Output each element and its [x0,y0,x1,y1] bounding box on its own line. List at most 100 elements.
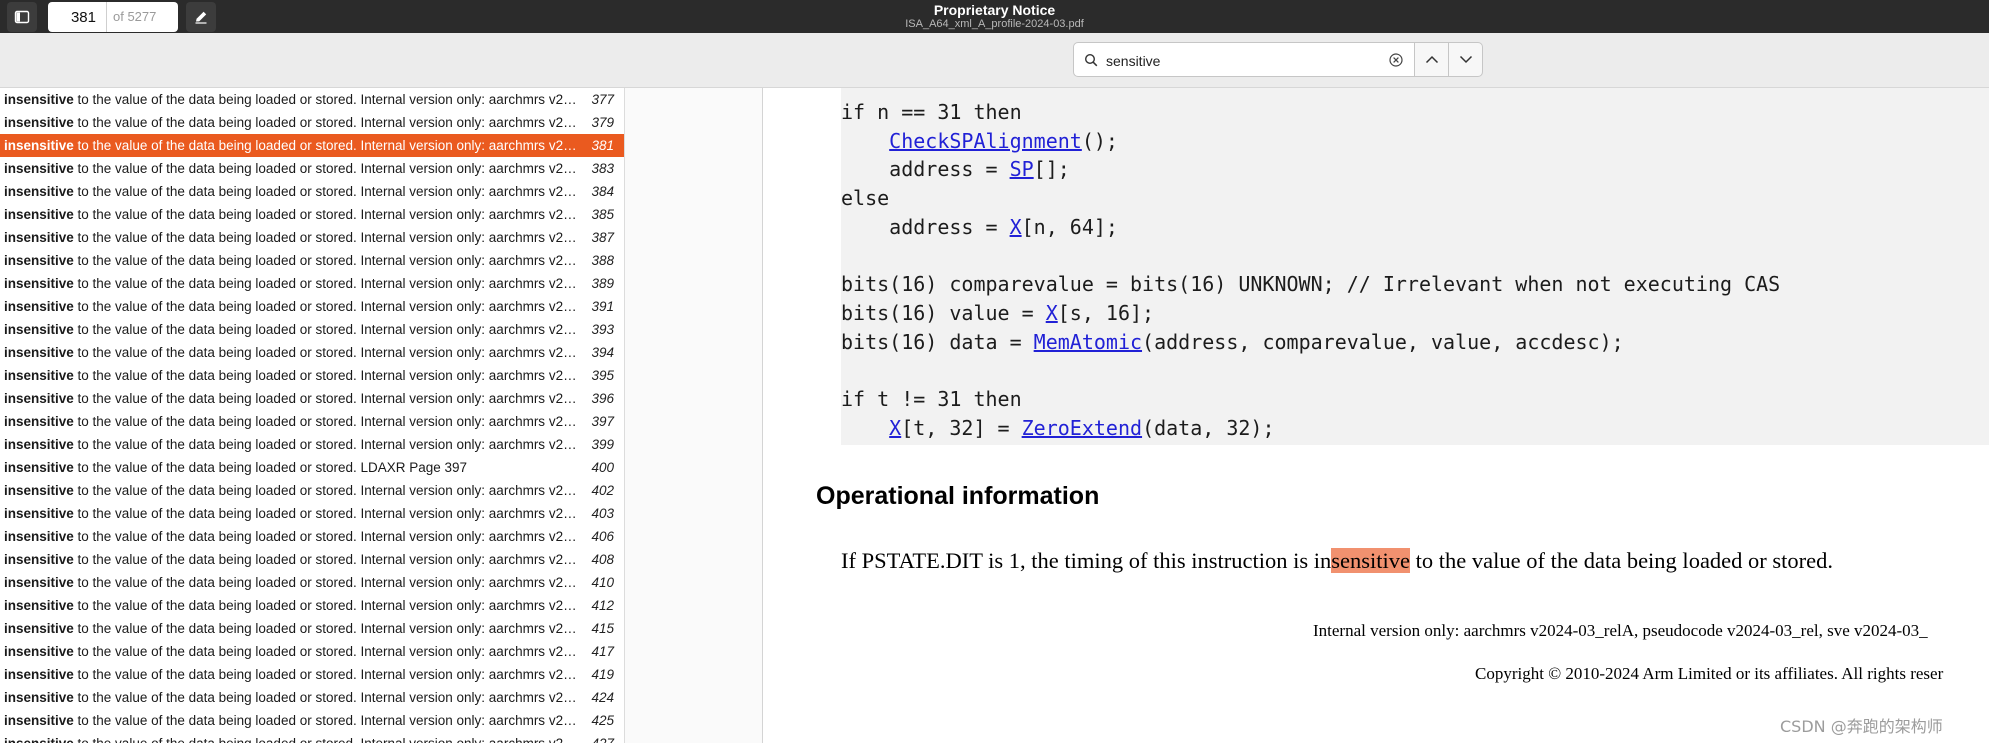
search-result-row[interactable]: insensitive to the value of the data bei… [0,318,624,341]
result-text: insensitive to the value of the data bei… [4,387,584,410]
result-page-number: 410 [591,575,614,590]
search-input[interactable] [1104,49,1378,73]
result-context: to the value of the data being loaded or… [73,322,584,337]
footer-version: Internal version only: aarchmrs v2024-03… [1313,621,1928,640]
clear-search-icon[interactable] [1389,53,1403,67]
footer-copyright: Copyright © 2010-2024 Arm Limited or its… [1475,664,1944,683]
search-result-row[interactable]: insensitive to the value of the data bei… [0,249,624,272]
search-result-row[interactable]: insensitive to the value of the data bei… [0,157,624,180]
result-match: insensitive [4,529,74,544]
result-text: insensitive to the value of the data bei… [4,295,584,318]
result-context: to the value of the data being loaded or… [73,115,584,130]
search-result-row[interactable]: insensitive to the value of the data bei… [0,387,624,410]
search-result-row[interactable]: insensitive to the value of the data bei… [0,571,624,594]
result-page-number: 379 [591,115,614,130]
code-link[interactable]: MemAtomic [1034,330,1142,354]
result-page-number: 394 [591,345,614,360]
search-result-row[interactable]: insensitive to the value of the data bei… [0,433,624,456]
result-match: insensitive [4,598,74,613]
result-page-number: 425 [591,713,614,728]
result-text: insensitive to the value of the data bei… [4,732,584,743]
code-link[interactable]: SP [1010,157,1034,181]
result-context: to the value of the data being loaded or… [73,667,584,682]
paragraph-text-end: to the value of the data being loaded or… [1410,548,1834,573]
search-result-row[interactable]: insensitive to the value of the data bei… [0,617,624,640]
result-text: insensitive to the value of the data bei… [4,341,584,364]
code-line: address = X[n, 64]; [841,213,1780,242]
section-heading: Operational information [816,482,1100,510]
paragraph-text: If PSTATE.DIT is 1, the timing of this i… [841,548,1332,573]
search-result-row[interactable]: insensitive to the value of the data bei… [0,686,624,709]
result-text: insensitive to the value of the data bei… [4,249,584,272]
result-text: insensitive to the value of the data bei… [4,709,584,732]
search-result-row[interactable]: insensitive to the value of the data bei… [0,548,624,571]
search-result-row[interactable]: insensitive to the value of the data bei… [0,709,624,732]
code-text: bits(16) data = [841,329,1034,354]
result-text: insensitive to the value of the data bei… [4,686,584,709]
code-link[interactable]: X [1010,215,1022,239]
search-result-row[interactable]: insensitive to the value of the data bei… [0,295,624,318]
search-icon [1084,53,1098,67]
result-text: insensitive to the value of the data bei… [4,157,584,180]
search-result-row[interactable]: insensitive to the value of the data bei… [0,732,624,743]
search-field[interactable] [1073,42,1415,77]
result-text: insensitive to the value of the data bei… [4,479,584,502]
result-context: to the value of the data being loaded or… [73,529,584,544]
result-match: insensitive [4,414,74,429]
code-link[interactable]: CheckSPAlignment [889,129,1082,153]
pseudocode: if n == 31 then CheckSPAlignment(); addr… [841,98,1780,442]
search-result-row[interactable]: insensitive to the value of the data bei… [0,663,624,686]
search-result-row[interactable]: insensitive to the value of the data bei… [0,640,624,663]
result-page-number: 415 [591,621,614,636]
code-text: [t, 32] = [901,415,1022,440]
result-page-number: 400 [591,460,614,475]
result-context: to the value of the data being loaded or… [73,644,584,659]
result-text: insensitive to the value of the data bei… [4,594,584,617]
search-result-row[interactable]: insensitive to the value of the data bei… [0,203,624,226]
result-page-number: 396 [591,391,614,406]
chevron-up-icon [1425,55,1439,64]
result-match: insensitive [4,276,74,291]
search-result-row[interactable]: insensitive to the value of the data bei… [0,502,624,525]
result-context: to the value of the data being loaded or… [73,391,584,406]
previous-match-button[interactable] [1414,42,1449,77]
next-match-button[interactable] [1448,42,1483,77]
result-match: insensitive [4,575,74,590]
result-match: insensitive [4,368,74,383]
result-context: to the value of the data being loaded or… [73,253,584,268]
result-text: insensitive to the value of the data bei… [4,640,584,663]
document-page: if n == 31 then CheckSPAlignment(); addr… [763,88,1989,743]
result-context: to the value of the data being loaded or… [73,506,584,521]
search-result-row[interactable]: insensitive to the value of the data bei… [0,410,624,433]
search-result-row[interactable]: insensitive to the value of the data bei… [0,364,624,387]
result-context: to the value of the data being loaded or… [73,621,584,636]
code-link[interactable]: ZeroExtend [1022,416,1142,440]
result-text: insensitive to the value of the data bei… [4,180,584,203]
watermark: CSDN @奔跑的架构师 [1780,717,1943,736]
search-result-row[interactable]: insensitive to the value of the data bei… [0,226,624,249]
result-text: insensitive to the value of the data bei… [4,548,584,571]
result-match: insensitive [4,92,74,107]
result-page-number: 406 [591,529,614,544]
result-page-number: 388 [591,253,614,268]
code-link[interactable]: X [1046,301,1058,325]
code-text: else [841,186,890,211]
search-result-row[interactable]: insensitive to the value of the data bei… [0,341,624,364]
code-link[interactable]: X [889,416,901,440]
search-result-row[interactable]: insensitive to the value of the data bei… [0,88,624,111]
result-text: insensitive to the value of the data bei… [4,364,584,387]
search-result-row[interactable]: insensitive to the value of the data bei… [0,180,624,203]
result-text: insensitive to the value of the data bei… [4,525,584,548]
code-text: (data, 32); [1142,415,1275,440]
result-page-number: 403 [591,506,614,521]
search-result-row[interactable]: insensitive to the value of the data bei… [0,456,624,479]
search-result-row[interactable]: insensitive to the value of the data bei… [0,525,624,548]
search-result-row[interactable]: insensitive to the value of the data bei… [0,594,624,617]
search-result-row[interactable]: insensitive to the value of the data bei… [0,134,624,157]
search-result-row[interactable]: insensitive to the value of the data bei… [0,272,624,295]
search-result-row[interactable]: insensitive to the value of the data bei… [0,479,624,502]
viewer-background [625,88,763,743]
result-match: insensitive [4,644,74,659]
search-result-row[interactable]: insensitive to the value of the data bei… [0,111,624,134]
